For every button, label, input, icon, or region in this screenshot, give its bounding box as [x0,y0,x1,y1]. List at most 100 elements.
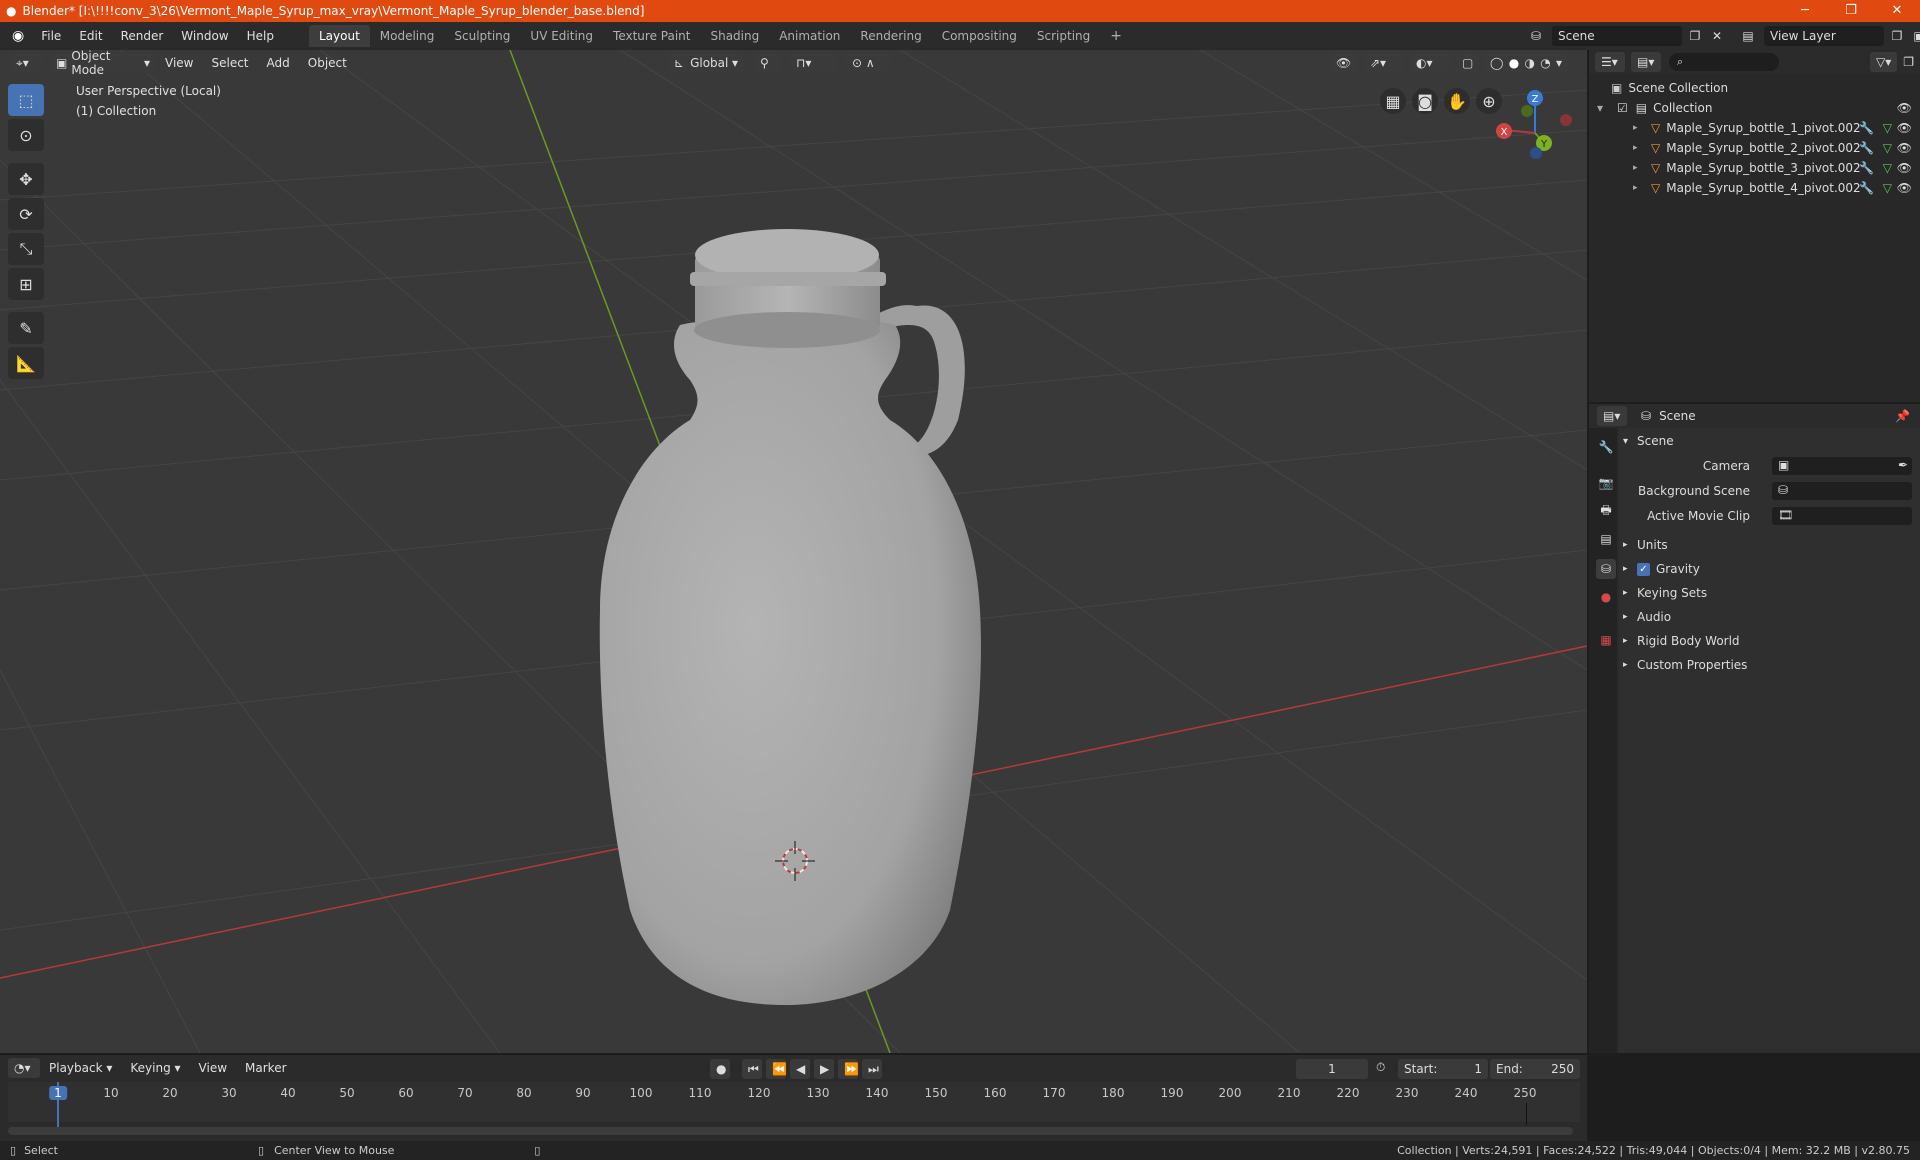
camera-view-icon[interactable]: ◙ [1412,88,1438,114]
new-scene-icon[interactable]: ❐ [1686,29,1704,43]
overlay-toggle-icon[interactable]: ◐▾ [1410,53,1450,73]
restore-icon[interactable]: ❐ [1828,0,1874,22]
texture-properties-icon[interactable]: ▦ [1596,630,1616,650]
measure-icon[interactable]: 📐 [8,347,44,379]
rotate-icon[interactable]: ⟳ [8,198,44,230]
tool-settings-icon[interactable]: 🔧 [1596,437,1616,457]
mode-dropdown[interactable]: ▣ Object Mode ▾ [50,49,156,77]
collection-checkbox-icon[interactable]: ☑ [1617,101,1628,115]
current-frame-field[interactable]: 1 [1296,1059,1368,1079]
view-layer-name-field[interactable]: View Layer [1764,26,1884,46]
maple-syrup-bottle[interactable] [599,229,981,1005]
wireframe-shading-icon[interactable]: ◯ [1490,56,1503,70]
playback-menu[interactable]: Playback ▾ [40,1054,121,1082]
modifier-wrench-icon[interactable]: 🔧 [1859,161,1874,175]
transform-icon[interactable]: ⊞ [8,268,44,300]
collection-visibility-icon[interactable]: 👁 [1897,101,1912,115]
scene-section-header[interactable]: ▾ Scene [1623,430,1920,452]
play-reverse-icon[interactable]: ◀ [790,1059,810,1079]
mesh-data-icon[interactable]: ▽ [1883,181,1892,195]
menu-view[interactable]: View [156,50,202,76]
modifier-wrench-icon[interactable]: 🔧 [1859,141,1874,155]
start-frame-field[interactable]: Start: 1 [1398,1059,1488,1079]
scene-name-field[interactable]: Scene [1552,26,1682,46]
modifier-wrench-icon[interactable]: 🔧 [1859,181,1874,195]
record-icon[interactable]: ● [710,1059,730,1079]
tab-animation[interactable]: Animation [769,25,850,47]
new-collection-icon[interactable]: ❐ [1903,55,1914,69]
collection-row[interactable]: ▾ ☑ ▤ Collection 👁 [1597,98,1920,118]
modifier-wrench-icon[interactable]: 🔧 [1859,121,1874,135]
timeline-scrollbar[interactable] [8,1127,1573,1135]
shading-options-icon[interactable]: ▾ [1556,56,1562,70]
gravity-checkbox[interactable]: ✓ [1637,562,1650,576]
audio-panel-header[interactable]: ▸ Audio [1623,606,1920,628]
zoom-icon[interactable]: ⊕ [1476,88,1502,114]
marker-menu[interactable]: Marker [236,1054,295,1082]
properties-editor-type-icon[interactable]: ▤▾ [1597,406,1627,426]
expand-arrow-icon[interactable]: ▾ [1597,101,1611,115]
solid-shading-icon[interactable]: ● [1509,56,1519,70]
outliner-object-row[interactable]: ▸ ▽ Maple_Syrup_bottle_1_pivot.002 🔧 ▽ 👁 [1633,118,1920,138]
material-shading-icon[interactable]: ◑ [1524,56,1534,70]
stopwatch-icon[interactable]: ⏱ [1376,1060,1385,1075]
render-properties-icon[interactable]: 📷 [1596,473,1616,493]
xray-icon[interactable]: ▢ [1456,53,1478,73]
rendered-shading-icon[interactable]: ◔ [1540,56,1550,70]
view-layer-properties-icon[interactable]: ▤ [1596,529,1616,549]
editor-type-icon[interactable]: ⌖▾ [10,53,42,73]
jump-start-icon[interactable]: ⏮ [742,1059,762,1079]
background-scene-field[interactable]: ⛁ [1772,482,1912,500]
eyedropper-icon[interactable]: ✒ [1898,458,1908,472]
mesh-data-icon[interactable]: ▽ [1883,121,1892,135]
orientation-dropdown[interactable]: ⊾ Global ▾ [668,53,744,73]
object-visibility-icon[interactable]: 👁 [1897,121,1912,135]
rigid-body-world-panel-header[interactable]: ▸ Rigid Body World [1623,630,1920,652]
object-visibility-icon[interactable]: 👁 [1897,161,1912,175]
object-visibility-icon[interactable]: 👁 [1897,141,1912,155]
menu-object[interactable]: Object [299,50,356,76]
navigation-gizmo[interactable]: Z X Y [1496,90,1572,159]
filter-icon[interactable]: ▽▾ [1869,52,1898,72]
remove-scene-icon[interactable]: ✕ [1708,29,1726,43]
visibility-icon[interactable]: 👁 [1330,53,1358,73]
select-box-icon[interactable]: ⬚ [8,84,44,116]
blender-menu-icon[interactable]: ◉ [0,28,32,44]
timeline-editor-type-icon[interactable]: ◔▾ [8,1058,40,1078]
display-mode-icon[interactable]: ▤▾ [1631,52,1661,72]
output-properties-icon[interactable]: 🖶 [1596,501,1616,521]
pin-icon[interactable]: 📌 [1895,409,1910,423]
proportional-edit-icon[interactable]: ⊙ ∧ [846,53,890,73]
move-icon[interactable]: ✥ [8,163,44,195]
mesh-data-icon[interactable]: ▽ [1883,141,1892,155]
menu-edit[interactable]: Edit [70,22,111,50]
menu-help[interactable]: Help [238,22,283,50]
outliner-object-row[interactable]: ▸ ▽ Maple_Syrup_bottle_3_pivot.002 🔧 ▽ 👁 [1633,158,1920,178]
menu-render[interactable]: Render [112,22,173,50]
outliner-editor-type-icon[interactable]: ☰▾ [1595,52,1625,72]
tab-layout[interactable]: Layout [308,25,370,47]
play-icon[interactable]: ▶ [814,1059,834,1079]
gizmo-toggle-icon[interactable]: ⇗▾ [1364,53,1404,73]
tab-modeling[interactable]: Modeling [370,25,445,47]
scene-icon[interactable]: ⛁ [1524,29,1548,43]
object-visibility-icon[interactable]: 👁 [1897,181,1912,195]
add-workspace-icon[interactable]: + [1100,25,1132,47]
cursor-icon[interactable]: ⊙ [8,119,44,151]
scale-icon[interactable]: ⤡ [8,233,44,265]
keying-menu[interactable]: Keying ▾ [121,1054,189,1082]
minimize-icon[interactable]: ─ [1782,0,1828,22]
tab-scripting[interactable]: Scripting [1027,25,1100,47]
new-view-layer-icon[interactable]: ❐ [1888,29,1906,43]
toggle-grid-icon[interactable]: ▦ [1380,88,1406,114]
keying-sets-panel-header[interactable]: ▸ Keying Sets [1623,582,1920,604]
outliner-object-row[interactable]: ▸ ▽ Maple_Syrup_bottle_2_pivot.002 🔧 ▽ 👁 [1633,138,1920,158]
tab-texture-paint[interactable]: Texture Paint [603,25,700,47]
expand-arrow-icon[interactable]: ▸ [1633,163,1645,173]
menu-window[interactable]: Window [172,22,237,50]
3d-viewport[interactable]: Z X Y User Perspective (Local) (1) Colle… [0,50,1587,1053]
gravity-panel-header[interactable]: ▸ ✓ Gravity [1623,558,1920,580]
timeline-view-menu[interactable]: View [190,1054,236,1082]
scene-collection-row[interactable]: ▣ Scene Collection [1611,78,1728,98]
pan-hand-icon[interactable]: ✋ [1444,88,1470,114]
